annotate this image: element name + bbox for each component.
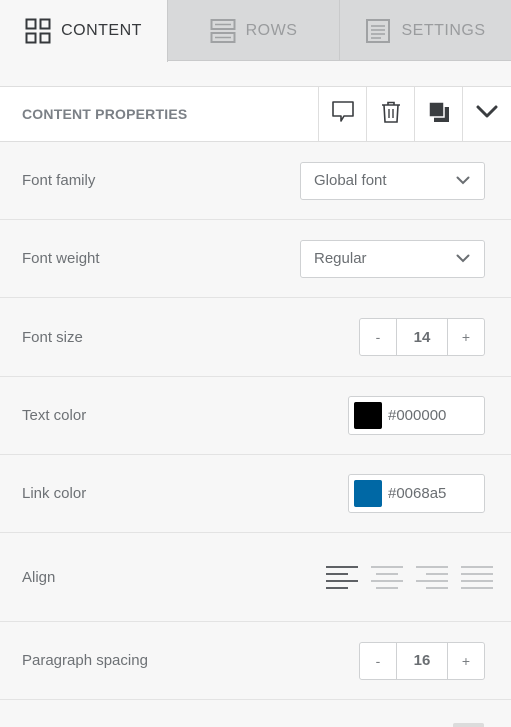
font-weight-select[interactable]: Regular [300, 239, 485, 278]
align-left-icon[interactable] [326, 564, 358, 590]
content-properties-panel: CONTENT ROWS SETTINGS CONTENT PROPERTIES… [0, 0, 511, 727]
align-center-icon[interactable] [371, 564, 403, 590]
font-size-stepper: - 14 + [359, 318, 485, 356]
align-row: Align [0, 533, 511, 622]
paragraph-spacing-label: Paragraph spacing [22, 652, 148, 669]
font-weight-value: Regular [314, 250, 367, 267]
text-color-value: #000000 [388, 407, 447, 424]
font-weight-row: Font weight Regular [0, 220, 511, 298]
tab-rows-label: ROWS [245, 21, 298, 39]
font-family-select[interactable]: Global font [300, 161, 485, 200]
align-right-icon[interactable] [416, 564, 448, 590]
delete-button[interactable] [366, 86, 414, 142]
align-label: Align [22, 568, 56, 586]
duplicate-button[interactable] [414, 86, 462, 142]
font-size-label: Font size [22, 328, 83, 346]
text-color-swatch[interactable] [354, 402, 382, 429]
chevron-down-icon [456, 172, 470, 189]
font-size-decrement-button[interactable]: - [360, 319, 396, 355]
comment-icon [331, 100, 355, 129]
next-control-partial [453, 723, 484, 727]
comment-button[interactable] [318, 86, 366, 142]
tab-settings[interactable]: SETTINGS [340, 0, 511, 61]
panel-tabs: CONTENT ROWS SETTINGS [0, 0, 511, 62]
align-options [326, 564, 493, 590]
tab-content-label: CONTENT [61, 22, 142, 39]
settings-doc-icon [365, 18, 391, 44]
font-size-row: Font size - 14 + [0, 298, 511, 377]
paragraph-spacing-increment-button[interactable]: + [448, 643, 484, 679]
chevron-down-icon [476, 105, 498, 124]
font-family-value: Global font [314, 172, 387, 189]
link-color-label: Link color [22, 485, 87, 502]
link-color-row: Link color #0068a5 [0, 455, 511, 533]
tab-content[interactable]: CONTENT [0, 0, 168, 62]
align-justify-icon[interactable] [461, 564, 493, 590]
text-color-label: Text color [22, 407, 87, 424]
tab-settings-label: SETTINGS [401, 21, 486, 39]
grid-icon [25, 18, 51, 44]
font-weight-label: Font weight [22, 250, 100, 267]
rows-icon [210, 18, 236, 44]
paragraph-spacing-value[interactable]: 16 [396, 642, 448, 679]
link-color-swatch[interactable] [354, 480, 382, 507]
link-color-value: #0068a5 [388, 485, 447, 502]
chevron-down-icon [456, 250, 470, 267]
text-color-row: Text color #000000 [0, 377, 511, 455]
paragraph-spacing-decrement-button[interactable]: - [360, 643, 396, 679]
collapse-button[interactable] [462, 86, 511, 142]
trash-icon [380, 100, 402, 129]
font-family-label: Font family [22, 172, 96, 189]
panel-title: CONTENT PROPERTIES [22, 106, 188, 122]
paragraph-spacing-stepper: - 16 + [359, 641, 485, 680]
link-color-field[interactable]: #0068a5 [348, 474, 485, 513]
tab-rows[interactable]: ROWS [168, 0, 340, 61]
text-color-field[interactable]: #000000 [348, 396, 485, 435]
font-size-increment-button[interactable]: + [448, 319, 484, 355]
content-properties-header: CONTENT PROPERTIES [0, 86, 511, 142]
font-size-value[interactable]: 14 [396, 319, 448, 355]
duplicate-icon [427, 100, 451, 129]
font-family-row: Font family Global font [0, 142, 511, 220]
paragraph-spacing-row: Paragraph spacing - 16 + [0, 622, 511, 700]
